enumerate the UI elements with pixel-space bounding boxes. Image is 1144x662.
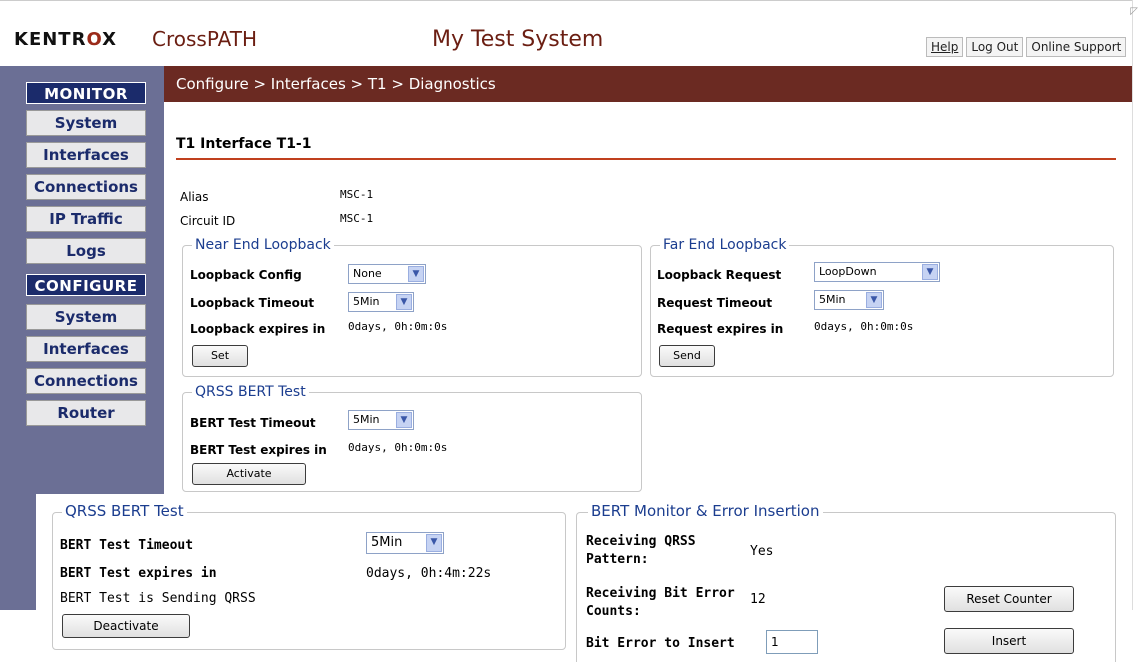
bert-test-legend: QRSS BERT Test bbox=[192, 384, 309, 400]
loopback-timeout-select[interactable]: 5Min ▼ bbox=[348, 292, 414, 312]
top-header: KENTROX CrossPATH My Test System Help Lo… bbox=[0, 0, 1132, 66]
request-timeout-select[interactable]: 5Min ▼ bbox=[814, 290, 884, 310]
bit-error-counts-label-line2: Counts: bbox=[586, 604, 641, 619]
nav-configure-router[interactable]: Router bbox=[26, 400, 146, 426]
overlay-bert-legend: QRSS BERT Test bbox=[62, 502, 187, 520]
loopback-expires-value: 0days, 0h:0m:0s bbox=[348, 320, 448, 333]
nav-configure-interfaces[interactable]: Interfaces bbox=[26, 336, 146, 362]
loopback-config-value: None bbox=[353, 267, 382, 280]
nav-monitor-header: MONITOR bbox=[26, 82, 146, 104]
bit-error-counts-value: 12 bbox=[750, 592, 766, 607]
bit-error-insert-input[interactable]: 1 bbox=[766, 630, 818, 654]
loopback-config-label: Loopback Config bbox=[190, 268, 302, 282]
overlay-bert-timeout-label: BERT Test Timeout bbox=[60, 538, 194, 553]
chevron-down-icon: ▼ bbox=[396, 412, 412, 428]
window-scrollbar[interactable] bbox=[1132, 0, 1144, 610]
chevron-down-icon: ▼ bbox=[426, 534, 442, 552]
nav-configure-header: CONFIGURE bbox=[26, 274, 146, 296]
nav-monitor-interfaces[interactable]: Interfaces bbox=[26, 142, 146, 168]
bit-error-counts-label-line1: Receiving Bit Error bbox=[586, 586, 735, 601]
bert-status-text: BERT Test is Sending QRSS bbox=[60, 591, 256, 606]
loopback-request-value: LoopDown bbox=[819, 265, 877, 278]
overlay-bert-expires-value: 0days, 0h:4m:22s bbox=[366, 566, 492, 581]
resize-corner-icon: ◸ bbox=[1130, 6, 1138, 17]
bert-expires-value: 0days, 0h:0m:0s bbox=[348, 441, 448, 454]
page-title: T1 Interface T1-1 bbox=[176, 136, 312, 152]
product-name: CrossPATH bbox=[152, 27, 257, 51]
reset-counter-button[interactable]: Reset Counter bbox=[944, 586, 1074, 612]
set-button[interactable]: Set bbox=[192, 345, 248, 367]
request-expires-value: 0days, 0h:0m:0s bbox=[814, 320, 914, 333]
nav-monitor-connections[interactable]: Connections bbox=[26, 174, 146, 200]
overlay-bert-expires-label: BERT Test expires in bbox=[60, 566, 217, 581]
nav-monitor-ip-traffic[interactable]: IP Traffic bbox=[26, 206, 146, 232]
request-timeout-label: Request Timeout bbox=[657, 296, 773, 310]
overlay-bert-timeout-value: 5Min bbox=[371, 535, 403, 550]
request-timeout-value: 5Min bbox=[819, 293, 846, 306]
nav-monitor-system[interactable]: System bbox=[26, 110, 146, 136]
nav-monitor-logs[interactable]: Logs bbox=[26, 238, 146, 264]
chevron-down-icon: ▼ bbox=[866, 292, 882, 308]
deactivate-button[interactable]: Deactivate bbox=[62, 614, 190, 638]
online-support-link[interactable]: Online Support bbox=[1026, 37, 1127, 57]
bert-expires-label: BERT Test expires in bbox=[190, 443, 327, 457]
logout-link[interactable]: Log Out bbox=[966, 37, 1024, 57]
activate-button[interactable]: Activate bbox=[192, 463, 306, 485]
kentrox-logo: KENTROX bbox=[14, 29, 118, 50]
help-link[interactable]: Help bbox=[926, 37, 964, 57]
bert-timeout-value: 5Min bbox=[353, 413, 380, 426]
far-end-legend: Far End Loopback bbox=[660, 237, 790, 253]
system-name: My Test System bbox=[432, 27, 604, 52]
circuit-id-value: MSC-1 bbox=[340, 212, 374, 225]
loopback-request-select[interactable]: LoopDown ▼ bbox=[814, 262, 940, 282]
loopback-request-label: Loopback Request bbox=[657, 268, 782, 282]
receiving-pattern-value: Yes bbox=[750, 544, 774, 559]
bert-timeout-select[interactable]: 5Min ▼ bbox=[348, 410, 414, 430]
chevron-down-icon: ▼ bbox=[396, 294, 412, 310]
loopback-expires-label: Loopback expires in bbox=[190, 322, 326, 336]
breadcrumb: Configure > Interfaces > T1 > Diagnostic… bbox=[164, 66, 1132, 102]
bit-error-insert-label: Bit Error to Insert bbox=[586, 636, 735, 651]
title-divider bbox=[176, 158, 1116, 160]
alias-label: Alias bbox=[180, 190, 209, 204]
bert-timeout-label: BERT Test Timeout bbox=[190, 416, 316, 430]
receiving-pattern-label-line1: Receiving QRSS bbox=[586, 534, 696, 549]
chevron-down-icon: ▼ bbox=[922, 264, 938, 280]
bert-monitor-legend: BERT Monitor & Error Insertion bbox=[588, 502, 823, 520]
loopback-config-select[interactable]: None ▼ bbox=[348, 264, 426, 284]
chevron-down-icon: ▼ bbox=[408, 266, 424, 282]
zoomed-bert-panel: QRSS BERT Test BERT Test Timeout 5Min ▼ B… bbox=[36, 494, 1132, 662]
overlay-bert-timeout-select[interactable]: 5Min ▼ bbox=[366, 532, 444, 554]
nav-configure-connections[interactable]: Connections bbox=[26, 368, 146, 394]
circuit-id-label: Circuit ID bbox=[180, 214, 236, 228]
nav-configure-system[interactable]: System bbox=[26, 304, 146, 330]
receiving-pattern-label-line2: Pattern: bbox=[586, 552, 649, 567]
request-expires-label: Request expires in bbox=[657, 322, 784, 336]
send-button[interactable]: Send bbox=[659, 345, 715, 367]
alias-value: MSC-1 bbox=[340, 188, 374, 201]
loopback-timeout-value: 5Min bbox=[353, 295, 380, 308]
near-end-legend: Near End Loopback bbox=[192, 237, 334, 253]
insert-button[interactable]: Insert bbox=[944, 628, 1074, 654]
top-links: Help Log Out Online Support bbox=[926, 37, 1127, 57]
loopback-timeout-label: Loopback Timeout bbox=[190, 296, 315, 310]
